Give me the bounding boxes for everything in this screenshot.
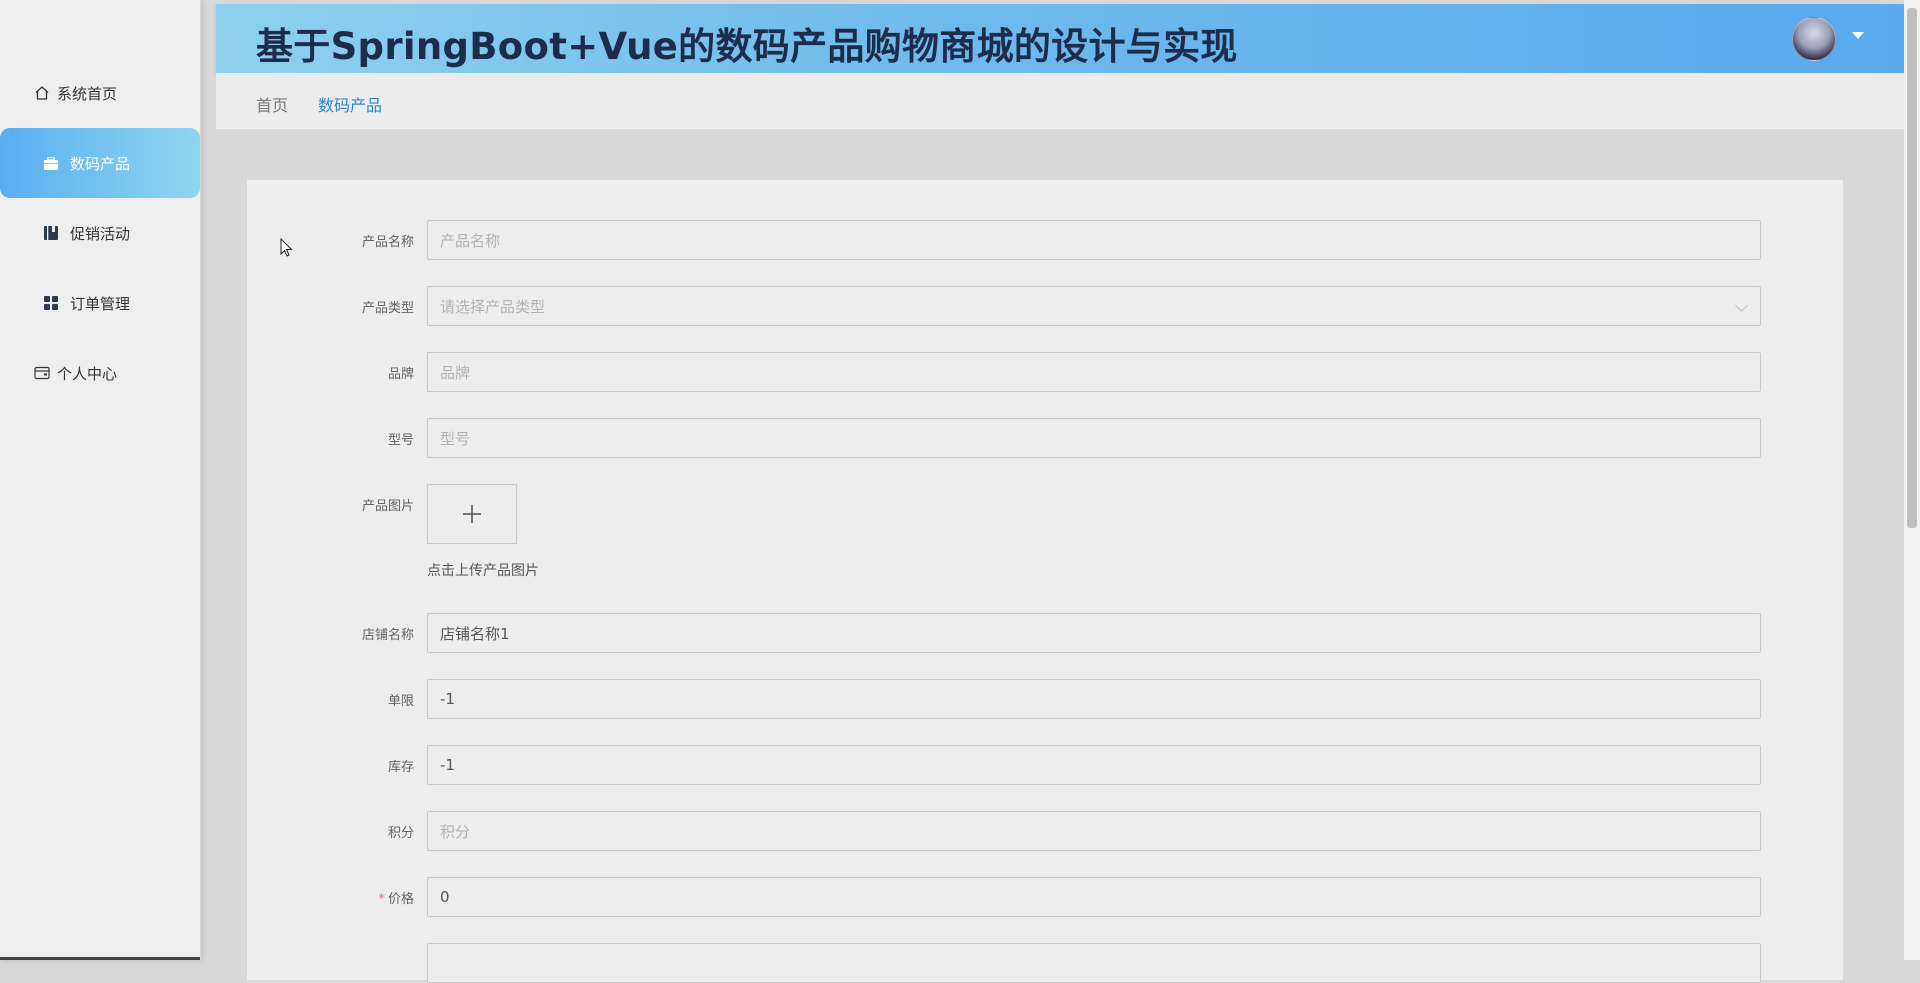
sidebar-item-label: 系统首页: [57, 84, 118, 103]
sidebar: 系统首页 数码产品 促销活动 订单管理 个人中心: [0, 0, 201, 960]
home-icon: [33, 84, 51, 102]
plus-icon: [463, 505, 481, 523]
product-name-input[interactable]: 产品名称: [427, 220, 1761, 260]
form-row-product-image: 产品图片 点击上传产品图片: [247, 484, 1843, 584]
top-header: 基于SpringBoot+Vue的数码产品购物商城的设计与实现: [216, 4, 1904, 73]
brand-label: 品牌: [387, 367, 414, 382]
form-row-shop-name: 店铺名称 店铺名称1: [247, 613, 1843, 653]
required-mark: *: [378, 892, 385, 907]
sidebar-item-label: 订单管理: [70, 294, 131, 313]
sidebar-item-label: 促销活动: [70, 224, 131, 243]
brand-input[interactable]: 品牌: [427, 352, 1761, 392]
model-input[interactable]: 型号: [427, 418, 1761, 458]
stock-label: 库存: [387, 760, 414, 775]
image-upload-button[interactable]: [427, 484, 517, 544]
stock-input[interactable]: -1: [427, 745, 1761, 785]
model-label: 型号: [387, 433, 414, 448]
product-form: 产品名称 产品名称 产品类型 请选择产品类型 品牌 品牌 型号 型号 产品图片 …: [247, 180, 1843, 983]
breadcrumb-home[interactable]: 首页: [256, 92, 288, 116]
upload-hint: 点击上传产品图片: [427, 563, 539, 579]
form-row-model: 型号 型号: [247, 418, 1843, 458]
form-row-price: * 价格 0: [247, 877, 1843, 917]
form-row-product-name: 产品名称 产品名称: [247, 220, 1843, 260]
form-row-points: 积分 积分: [247, 811, 1843, 851]
sidebar-item-promotions[interactable]: 促销活动: [0, 198, 200, 268]
sidebar-item-home[interactable]: 系统首页: [0, 58, 200, 128]
breadcrumb: 首页 数码产品: [216, 73, 1904, 129]
product-type-label: 产品类型: [361, 301, 414, 316]
sidebar-item-orders[interactable]: 订单管理: [0, 268, 200, 338]
sidebar-item-label: 个人中心: [57, 364, 118, 383]
next-field-input[interactable]: [427, 943, 1761, 983]
bag-icon: [42, 154, 60, 172]
price-label-text: 价格: [387, 892, 414, 907]
single-limit-label: 单限: [387, 694, 414, 709]
shop-name-input[interactable]: 店铺名称1: [427, 613, 1761, 653]
grid-icon: [42, 294, 60, 312]
wallet-icon: [33, 364, 51, 382]
shop-name-label: 店铺名称: [361, 628, 414, 643]
sidebar-item-digital-products[interactable]: 数码产品: [0, 128, 200, 198]
single-limit-input[interactable]: -1: [427, 679, 1761, 719]
price-input[interactable]: 0: [427, 877, 1761, 917]
product-image-label: 产品图片: [361, 499, 414, 514]
product-name-label: 产品名称: [361, 235, 414, 250]
sidebar-item-label: 数码产品: [70, 154, 131, 173]
form-row-single-limit: 单限 -1: [247, 679, 1843, 719]
form-row-brand: 品牌 品牌: [247, 352, 1843, 392]
breadcrumb-current: 数码产品: [318, 96, 383, 115]
avatar[interactable]: [1792, 17, 1836, 61]
caret-down-icon[interactable]: [1852, 32, 1864, 39]
points-label: 积分: [387, 826, 414, 841]
product-type-placeholder: 请选择产品类型: [440, 297, 546, 316]
scrollbar-thumb[interactable]: [1907, 8, 1917, 528]
product-type-select[interactable]: 请选择产品类型: [427, 286, 1761, 326]
form-row-product-type: 产品类型 请选择产品类型: [247, 286, 1843, 326]
sidebar-item-personal-center[interactable]: 个人中心: [0, 338, 200, 408]
points-input[interactable]: 积分: [427, 811, 1761, 851]
chevron-down-icon: [1735, 299, 1748, 312]
form-row-next: [247, 943, 1843, 983]
page-title: 基于SpringBoot+Vue的数码产品购物商城的设计与实现: [256, 25, 1238, 68]
mouse-cursor-icon: [280, 238, 293, 257]
form-row-stock: 库存 -1: [247, 745, 1843, 785]
price-label: * 价格: [378, 888, 414, 907]
book-icon: [42, 224, 60, 242]
